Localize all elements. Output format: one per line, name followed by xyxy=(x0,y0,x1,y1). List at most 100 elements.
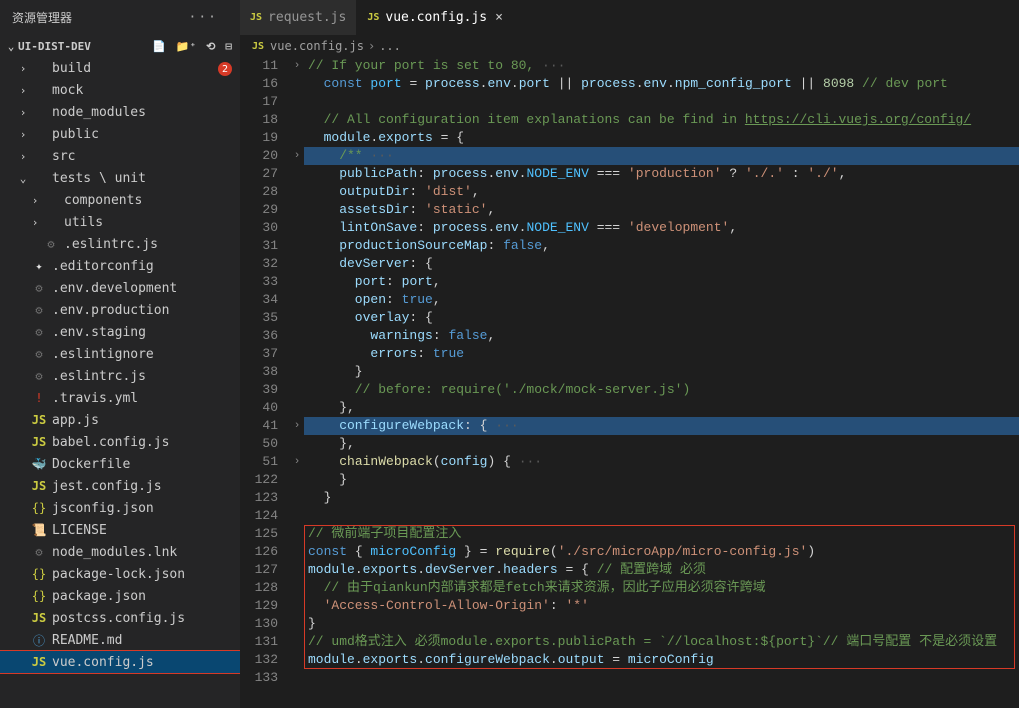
code-line[interactable]: assetsDir: 'static', xyxy=(304,201,1019,219)
fold-icon[interactable] xyxy=(290,219,304,237)
code-lines[interactable]: // If your port is set to 80, ··· const … xyxy=(304,57,1019,708)
code-line[interactable]: /** ··· xyxy=(304,147,1019,165)
file--env-staging[interactable]: ⚙.env.staging xyxy=(0,321,240,343)
file-node_modules-lnk[interactable]: ⚙node_modules.lnk xyxy=(0,541,240,563)
code-line[interactable]: // 由于qiankun内部请求都是fetch来请求资源，因此子应用必须容许跨域 xyxy=(304,579,1019,597)
file--editorconfig[interactable]: ✦.editorconfig xyxy=(0,255,240,277)
fold-icon[interactable] xyxy=(290,651,304,669)
file--env-production[interactable]: ⚙.env.production xyxy=(0,299,240,321)
code-line[interactable]: open: true, xyxy=(304,291,1019,309)
fold-icon[interactable] xyxy=(290,579,304,597)
code-line[interactable]: // before: require('./mock/mock-server.j… xyxy=(304,381,1019,399)
file--env-development[interactable]: ⚙.env.development xyxy=(0,277,240,299)
fold-icon[interactable] xyxy=(290,615,304,633)
code-line[interactable]: warnings: false, xyxy=(304,327,1019,345)
chevron-right-icon[interactable]: › xyxy=(16,128,30,141)
code-line[interactable]: module.exports.configureWebpack.output =… xyxy=(304,651,1019,669)
code-line[interactable]: // All configuration item explanations c… xyxy=(304,111,1019,129)
code-line[interactable]: } xyxy=(304,615,1019,633)
code-line[interactable]: } xyxy=(304,363,1019,381)
fold-icon[interactable] xyxy=(290,327,304,345)
file-postcss-config-js[interactable]: JSpostcss.config.js xyxy=(0,607,240,629)
fold-icon[interactable] xyxy=(290,381,304,399)
fold-icon[interactable] xyxy=(290,291,304,309)
code-line[interactable] xyxy=(304,669,1019,687)
file--eslintrc-js[interactable]: ⚙.eslintrc.js xyxy=(0,365,240,387)
fold-icon[interactable]: › xyxy=(290,147,304,165)
code-line[interactable]: overlay: { xyxy=(304,309,1019,327)
chevron-right-icon[interactable]: › xyxy=(16,150,30,163)
chevron-down-icon[interactable]: ⌄ xyxy=(16,172,30,185)
chevron-right-icon[interactable]: › xyxy=(16,62,30,75)
code-line[interactable]: chainWebpack(config) { ··· xyxy=(304,453,1019,471)
code-line[interactable]: devServer: { xyxy=(304,255,1019,273)
file-package-lock-json[interactable]: {}package-lock.json xyxy=(0,563,240,585)
fold-icon[interactable] xyxy=(290,561,304,579)
code-line[interactable]: }, xyxy=(304,399,1019,417)
code-line[interactable]: // If your port is set to 80, ··· xyxy=(304,57,1019,75)
file-vue-config-js[interactable]: JSvue.config.js xyxy=(0,651,240,673)
fold-icon[interactable] xyxy=(290,633,304,651)
fold-icon[interactable]: › xyxy=(290,417,304,435)
fold-icon[interactable] xyxy=(290,201,304,219)
code-line[interactable]: } xyxy=(304,489,1019,507)
tab-vue-config-js[interactable]: JSvue.config.js× xyxy=(357,0,514,35)
chevron-right-icon[interactable]: › xyxy=(16,106,30,119)
file-app-js[interactable]: JSapp.js xyxy=(0,409,240,431)
file-package-json[interactable]: {}package.json xyxy=(0,585,240,607)
code-line[interactable]: 'Access-Control-Allow-Origin': '*' xyxy=(304,597,1019,615)
project-header[interactable]: ⌄ UI-DIST-DEV 📄 📁⁺ ⟲ ⊟ xyxy=(0,35,240,57)
refresh-icon[interactable]: ⟲ xyxy=(206,40,215,53)
chevron-right-icon[interactable]: › xyxy=(28,194,42,207)
folder-build[interactable]: ›build xyxy=(0,57,240,79)
fold-icon[interactable] xyxy=(290,669,304,687)
fold-icon[interactable] xyxy=(290,471,304,489)
file--eslintrc-js[interactable]: ⚙.eslintrc.js xyxy=(0,233,240,255)
code-line[interactable]: module.exports.devServer.headers = { // … xyxy=(304,561,1019,579)
folder-src[interactable]: ›src xyxy=(0,145,240,167)
folder-components[interactable]: ›components xyxy=(0,189,240,211)
code-area[interactable]: 1116171819202728293031323334353637383940… xyxy=(240,57,1019,708)
file-jsconfig-json[interactable]: {}jsconfig.json xyxy=(0,497,240,519)
code-line[interactable] xyxy=(304,507,1019,525)
fold-icon[interactable] xyxy=(290,525,304,543)
file-LICENSE[interactable]: 📜LICENSE xyxy=(0,519,240,541)
fold-icon[interactable] xyxy=(290,237,304,255)
fold-icon[interactable] xyxy=(290,363,304,381)
code-line[interactable]: } xyxy=(304,471,1019,489)
file-babel-config-js[interactable]: JSbabel.config.js xyxy=(0,431,240,453)
code-line[interactable] xyxy=(304,93,1019,111)
code-line[interactable]: outputDir: 'dist', xyxy=(304,183,1019,201)
code-line[interactable]: const { microConfig } = require('./src/m… xyxy=(304,543,1019,561)
tab-request-js[interactable]: JSrequest.js xyxy=(240,0,357,35)
code-line[interactable]: errors: true xyxy=(304,345,1019,363)
fold-icon[interactable] xyxy=(290,165,304,183)
code-line[interactable]: publicPath: process.env.NODE_ENV === 'pr… xyxy=(304,165,1019,183)
fold-icon[interactable]: › xyxy=(290,453,304,471)
fold-icon[interactable] xyxy=(290,129,304,147)
folder-tests-unit[interactable]: ⌄tests \ unit xyxy=(0,167,240,189)
explorer-more-icon[interactable]: ··· xyxy=(189,10,228,25)
chevron-right-icon[interactable]: › xyxy=(16,84,30,97)
file--travis-yml[interactable]: !.travis.yml xyxy=(0,387,240,409)
fold-icon[interactable] xyxy=(290,489,304,507)
close-icon[interactable]: × xyxy=(495,10,503,25)
file-README-md[interactable]: ⓘREADME.md xyxy=(0,629,240,651)
file--eslintignore[interactable]: ⚙.eslintignore xyxy=(0,343,240,365)
file-Dockerfile[interactable]: 🐳Dockerfile xyxy=(0,453,240,475)
code-line[interactable]: }, xyxy=(304,435,1019,453)
folder-utils[interactable]: ›utils xyxy=(0,211,240,233)
code-line[interactable]: // 微前端子项目配置注入 xyxy=(304,525,1019,543)
fold-icon[interactable] xyxy=(290,75,304,93)
code-line[interactable]: lintOnSave: process.env.NODE_ENV === 'de… xyxy=(304,219,1019,237)
breadcrumb[interactable]: JS vue.config.js › ... xyxy=(240,35,1019,57)
fold-icon[interactable] xyxy=(290,309,304,327)
file-jest-config-js[interactable]: JSjest.config.js xyxy=(0,475,240,497)
code-line[interactable]: module.exports = { xyxy=(304,129,1019,147)
folder-node_modules[interactable]: ›node_modules xyxy=(0,101,240,123)
code-line[interactable]: productionSourceMap: false, xyxy=(304,237,1019,255)
code-line[interactable]: const port = process.env.port || process… xyxy=(304,75,1019,93)
fold-icon[interactable] xyxy=(290,111,304,129)
fold-icon[interactable] xyxy=(290,345,304,363)
fold-icon[interactable]: › xyxy=(290,57,304,75)
